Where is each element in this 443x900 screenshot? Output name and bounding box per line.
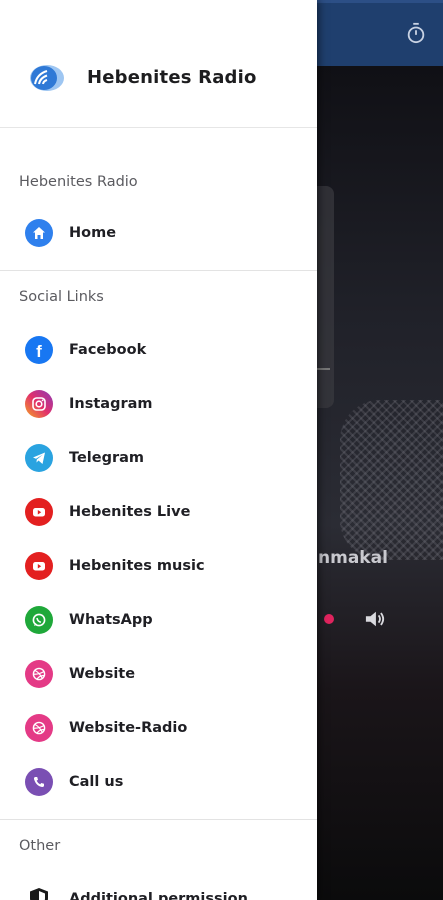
nav-item-telegram[interactable]: Telegram <box>0 431 317 485</box>
nav-item-instagram[interactable]: Instagram <box>0 377 317 431</box>
facebook-icon: f <box>25 336 53 364</box>
nav-item-label: Hebenites music <box>69 558 205 574</box>
microphone-image <box>340 400 443 560</box>
viber-icon <box>25 768 53 796</box>
instagram-icon <box>25 390 53 418</box>
shield-icon <box>25 885 53 900</box>
volume-icon[interactable] <box>364 609 386 629</box>
section-title-other: Other <box>19 838 61 854</box>
drawer-header: Hebenites Radio <box>0 0 317 128</box>
nav-item-label: Additional permission <box>69 891 248 900</box>
nav-item-whatsapp[interactable]: WhatsApp <box>0 593 317 647</box>
home-icon <box>25 219 53 247</box>
dribbble-icon <box>25 660 53 688</box>
dribbble-icon <box>25 714 53 742</box>
nav-item-call-us[interactable]: Call us <box>0 755 317 809</box>
nav-item-label: Telegram <box>69 450 145 466</box>
record-indicator <box>324 614 334 624</box>
whatsapp-icon <box>25 606 53 634</box>
app-title: Hebenites Radio <box>87 67 257 88</box>
youtube-icon <box>25 552 53 580</box>
nav-item-label: Website-Radio <box>69 720 188 736</box>
nav-item-home[interactable]: Home <box>0 206 317 260</box>
nav-item-label: Home <box>69 225 117 241</box>
radio-logo-icon <box>30 65 64 91</box>
nav-item-label: Facebook <box>69 342 147 358</box>
nav-item-label: Hebenites Live <box>69 504 191 520</box>
nav-item-label: WhatsApp <box>69 612 153 628</box>
nav-item-label: Call us <box>69 774 124 790</box>
nav-item-label: Instagram <box>69 396 153 412</box>
nav-item-label: Website <box>69 666 136 682</box>
now-playing-title: nmakal <box>318 548 388 568</box>
nav-item-website-radio[interactable]: Website-Radio <box>0 701 317 755</box>
youtube-icon <box>25 498 53 526</box>
nav-item-hebenites-live[interactable]: Hebenites Live <box>0 485 317 539</box>
nav-item-facebook[interactable]: f Facebook <box>0 323 317 377</box>
nav-item-additional-permission[interactable]: Additional permission <box>0 872 317 900</box>
navigation-drawer: Hebenites Radio Hebenites Radio Home Soc… <box>0 0 317 900</box>
nav-item-website[interactable]: Website <box>0 647 317 701</box>
telegram-icon <box>25 444 53 472</box>
section-title-main: Hebenites Radio <box>19 174 138 190</box>
timer-icon[interactable] <box>405 22 427 44</box>
section-title-social: Social Links <box>19 289 104 305</box>
nav-item-hebenites-music[interactable]: Hebenites music <box>0 539 317 593</box>
